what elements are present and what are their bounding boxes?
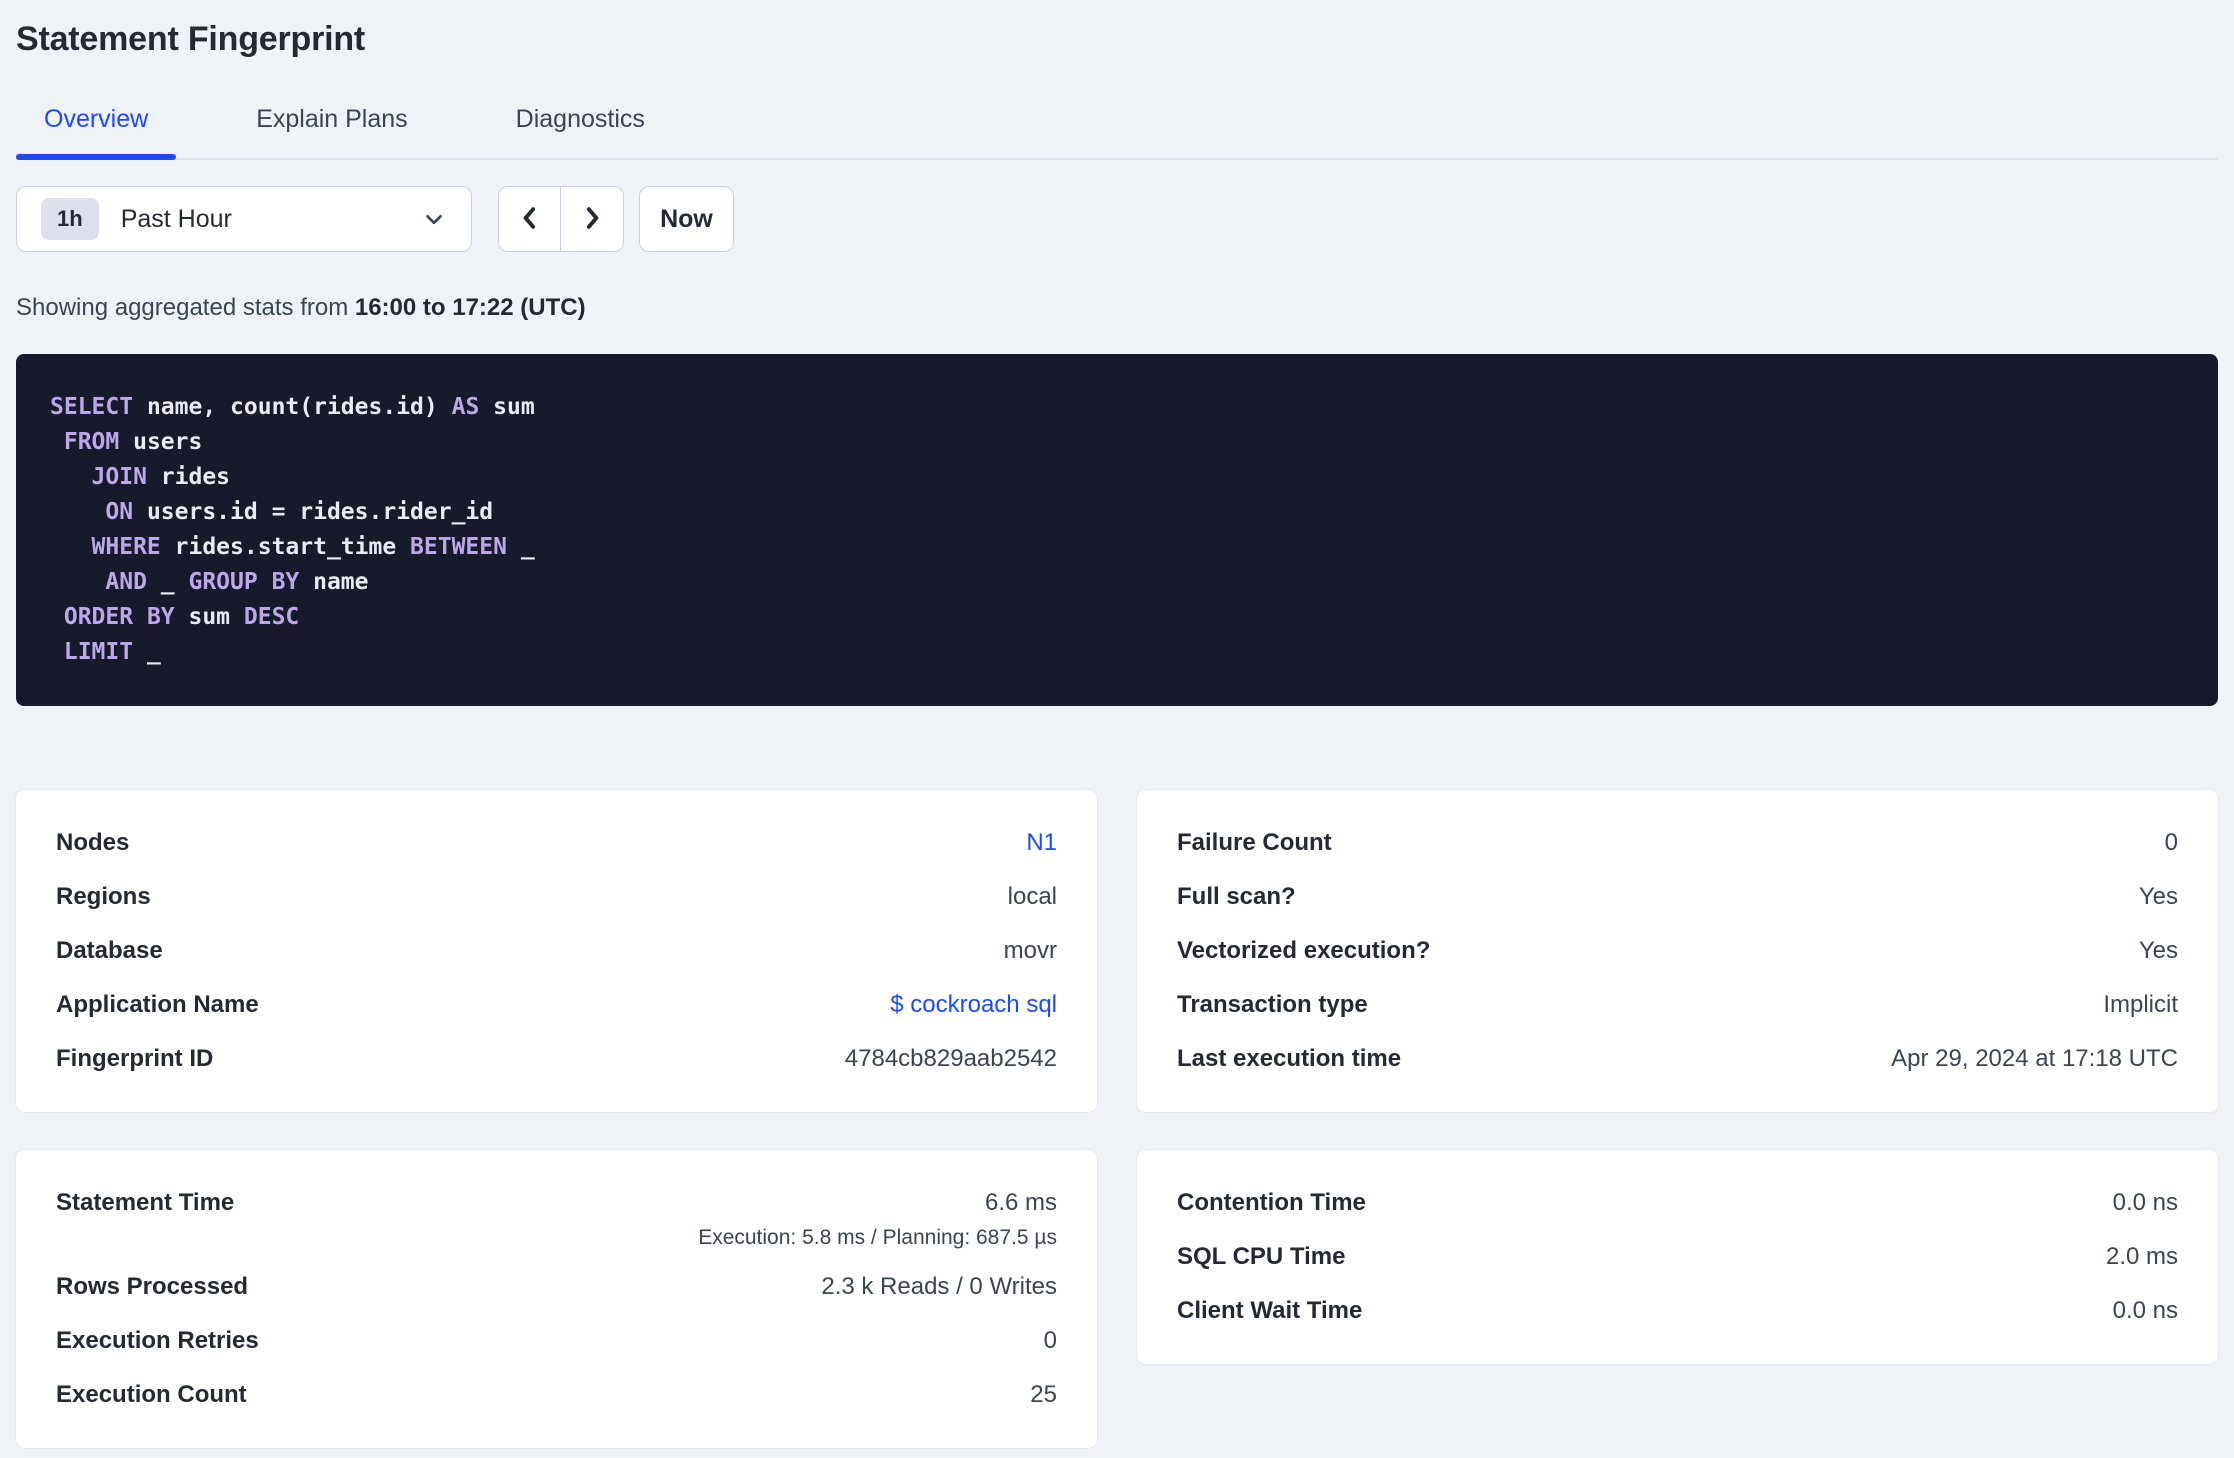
- detail-row-database: Database movr: [56, 924, 1057, 978]
- row-value: 0: [1043, 1327, 1057, 1354]
- detail-row-fingerprint-id: Fingerprint ID 4784cb829aab2542: [56, 1032, 1057, 1086]
- row-value: 2.0 ms: [2105, 1243, 2178, 1270]
- row-value: Implicit: [2103, 991, 2178, 1018]
- row-value: 0.0 ns: [2112, 1189, 2178, 1216]
- tab-bar: Overview Explain Plans Diagnostics: [16, 105, 2218, 160]
- chevron-left-icon: [515, 203, 545, 236]
- summary-cards: Nodes N1 Regions local Database movr App…: [16, 790, 2218, 1448]
- detail-row-regions: Regions local: [56, 870, 1057, 924]
- row-label: Fingerprint ID: [56, 1045, 214, 1072]
- row-value: Yes: [2138, 883, 2178, 910]
- row-value: 0: [2164, 829, 2178, 856]
- row-value: 25: [1030, 1381, 1057, 1408]
- execution-attributes-card: Failure Count 0 Full scan? Yes Vectorize…: [1137, 790, 2218, 1112]
- detail-row-last-execution-time: Last execution time Apr 29, 2024 at 17:1…: [1177, 1032, 2178, 1086]
- row-value: Yes: [2138, 937, 2178, 964]
- row-label: Nodes: [56, 829, 130, 856]
- time-step-buttons: [498, 186, 624, 252]
- row-label: Client Wait Time: [1177, 1297, 1363, 1324]
- wait-time-card: Contention Time 0.0 ns SQL CPU Time 2.0 …: [1137, 1150, 2218, 1364]
- row-label: Transaction type: [1177, 991, 1368, 1018]
- row-label: Vectorized execution?: [1177, 937, 1431, 964]
- time-controls: 1h Past Hour Now: [16, 186, 2218, 252]
- chevron-right-icon: [577, 203, 607, 236]
- statement-details-card: Nodes N1 Regions local Database movr App…: [16, 790, 1097, 1112]
- row-label: Regions: [56, 883, 151, 910]
- detail-row-statement-time: Statement Time 6.6 ms Execution: 5.8 ms …: [56, 1176, 1057, 1260]
- detail-row-contention-time: Contention Time 0.0 ns: [1177, 1176, 2178, 1230]
- row-value: 6.6 ms: [984, 1189, 1057, 1216]
- now-button[interactable]: Now: [639, 186, 734, 252]
- tab-diagnostics[interactable]: Diagnostics: [488, 105, 673, 158]
- detail-row-client-wait-time: Client Wait Time 0.0 ns: [1177, 1284, 2178, 1338]
- row-label: Execution Count: [56, 1381, 247, 1408]
- row-label: Last execution time: [1177, 1045, 1402, 1072]
- row-label: Contention Time: [1177, 1189, 1366, 1216]
- detail-row-application-name: Application Name $ cockroach sql: [56, 978, 1057, 1032]
- row-label: Full scan?: [1177, 883, 1296, 910]
- tab-explain-plans[interactable]: Explain Plans: [228, 105, 435, 158]
- aggregated-stats-range: 16:00 to 17:22 (UTC): [354, 294, 586, 321]
- row-label: Failure Count: [1177, 829, 1332, 856]
- detail-row-execution-count: Execution Count 25: [56, 1368, 1057, 1422]
- detail-row-rows-processed: Rows Processed 2.3 k Reads / 0 Writes: [56, 1260, 1057, 1314]
- detail-row-sql-cpu-time: SQL CPU Time 2.0 ms: [1177, 1230, 2178, 1284]
- tab-overview[interactable]: Overview: [16, 105, 177, 160]
- row-value: 2.3 k Reads / 0 Writes: [821, 1273, 1057, 1300]
- detail-row-failure-count: Failure Count 0: [1177, 816, 2178, 870]
- aggregated-stats-caption: Showing aggregated stats from 16:00 to 1…: [16, 294, 2218, 322]
- row-label: Rows Processed: [56, 1273, 249, 1300]
- detail-row-vectorized-execution: Vectorized execution? Yes: [1177, 924, 2178, 978]
- row-label: Execution Retries: [56, 1327, 259, 1354]
- time-range-badge: 1h: [41, 198, 99, 240]
- statement-time-breakdown: Execution: 5.8 ms / Planning: 687.5 µs: [698, 1226, 1057, 1249]
- row-value: movr: [1003, 937, 1057, 964]
- time-range-picker[interactable]: 1h Past Hour: [16, 186, 472, 252]
- row-value: 4784cb829aab2542: [844, 1045, 1057, 1072]
- sql-statement-box: SELECT name, count(rides.id) AS sum FROM…: [16, 354, 2218, 706]
- detail-row-nodes: Nodes N1: [56, 816, 1057, 870]
- detail-row-transaction-type: Transaction type Implicit: [1177, 978, 2178, 1032]
- detail-row-execution-retries: Execution Retries 0: [56, 1314, 1057, 1368]
- statement-fingerprint-page: Statement Fingerprint Overview Explain P…: [0, 0, 2234, 1448]
- sql-code: SELECT name, count(rides.id) AS sum FROM…: [50, 394, 535, 665]
- statement-timing-card: Statement Time 6.6 ms Execution: 5.8 ms …: [16, 1150, 1097, 1448]
- previous-time-range-button[interactable]: [499, 187, 561, 251]
- time-range-label: Past Hour: [120, 204, 232, 233]
- row-label: Application Name: [56, 991, 259, 1018]
- row-label: SQL CPU Time: [1177, 1243, 1346, 1270]
- row-value: local: [1007, 883, 1057, 910]
- row-value: Apr 29, 2024 at 17:18 UTC: [1891, 1045, 2178, 1072]
- application-name-link[interactable]: $ cockroach sql: [890, 991, 1057, 1019]
- next-time-range-button[interactable]: [561, 187, 623, 251]
- aggregated-stats-prefix: Showing aggregated stats from: [16, 294, 355, 321]
- nodes-link[interactable]: N1: [1026, 829, 1057, 857]
- detail-row-full-scan: Full scan? Yes: [1177, 870, 2178, 924]
- chevron-down-icon: [421, 206, 447, 232]
- row-value: 0.0 ns: [2112, 1297, 2178, 1324]
- page-title: Statement Fingerprint: [16, 20, 366, 58]
- row-label: Database: [56, 937, 163, 964]
- row-label: Statement Time: [56, 1189, 235, 1216]
